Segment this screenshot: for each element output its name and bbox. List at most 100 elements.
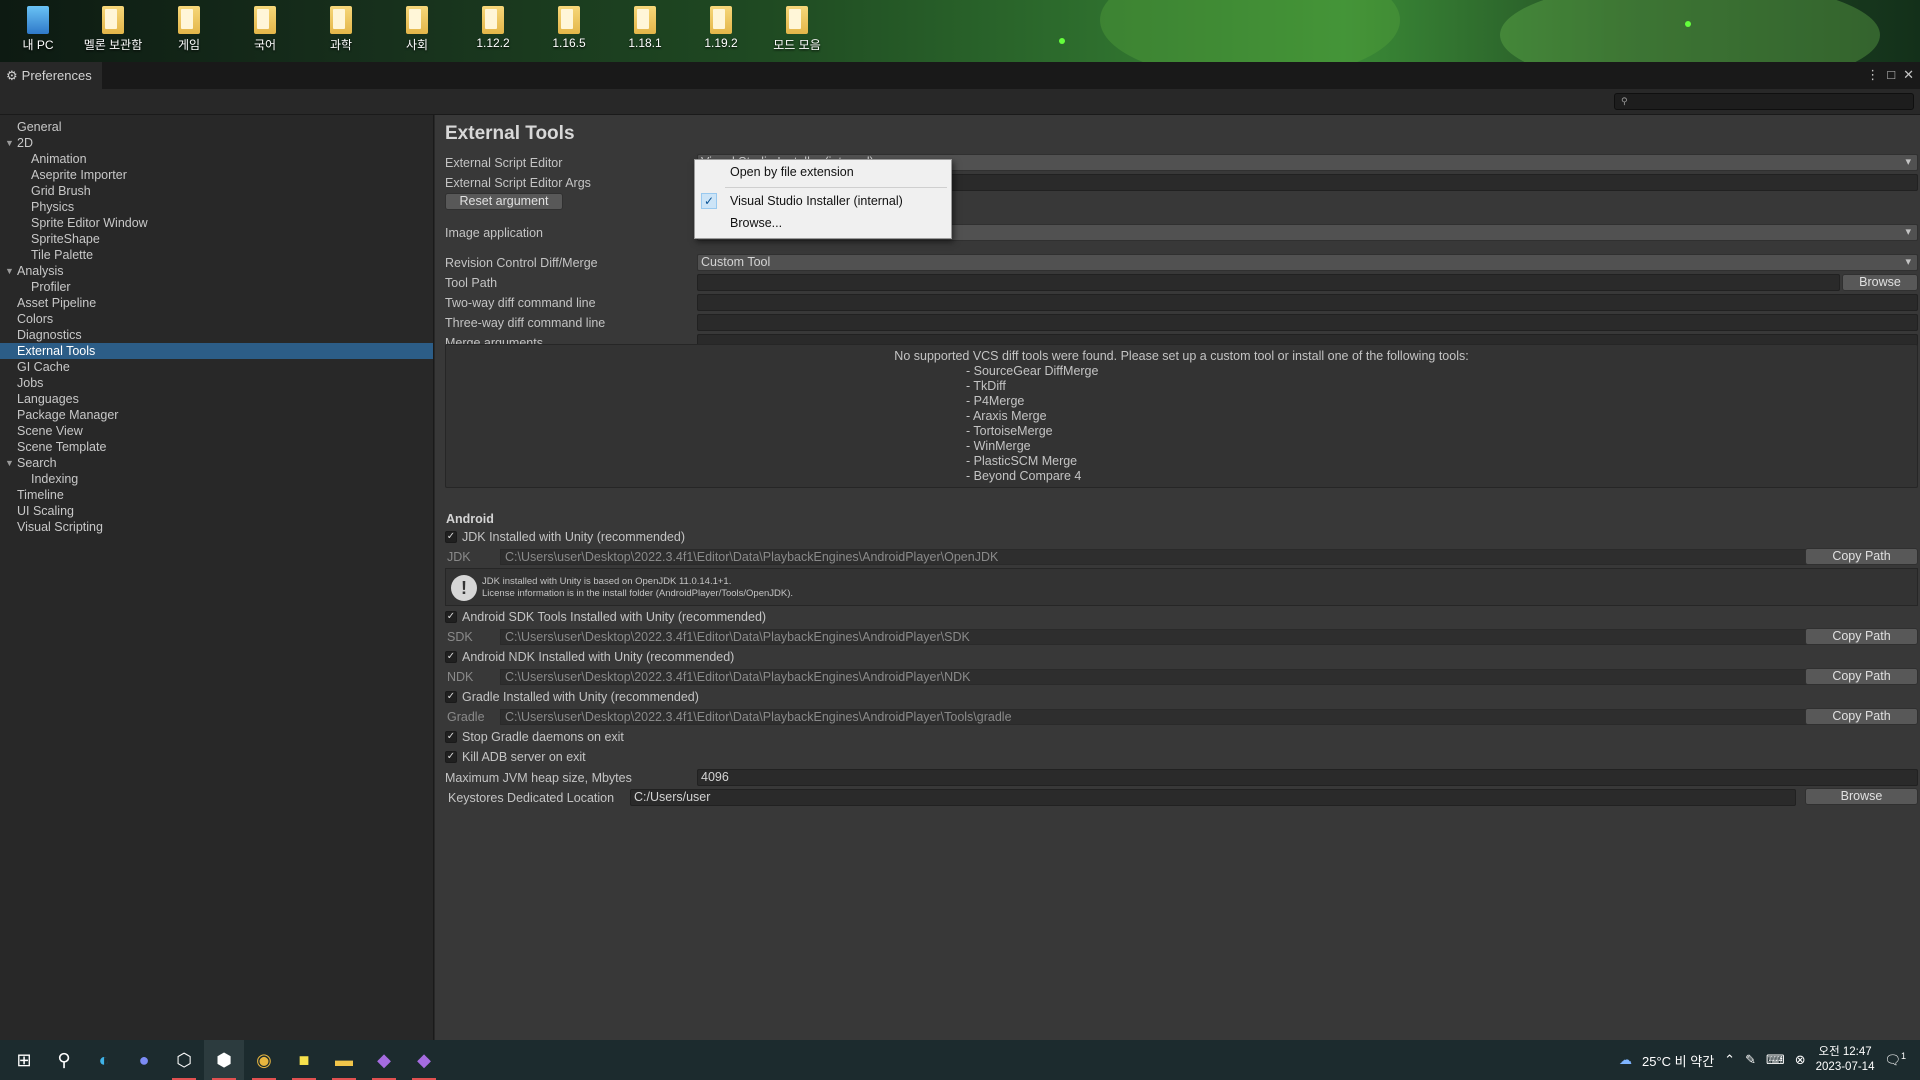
stop-gradle-checkbox-row[interactable]: ✓ Stop Gradle daemons on exit — [445, 728, 624, 746]
page-title: External Tools — [445, 123, 575, 144]
checkbox[interactable]: ✓ — [445, 751, 457, 763]
sidebar-item-gi-cache[interactable]: GI Cache — [0, 359, 433, 375]
desktop-icon-folder[interactable]: 모드 모음 — [762, 6, 832, 53]
sidebar-item-search[interactable]: ▼ Search — [0, 455, 433, 471]
three-way-field[interactable] — [697, 314, 1918, 331]
ndk-checkbox-row[interactable]: ✓ Android NDK Installed with Unity (reco… — [445, 648, 734, 666]
expand-arrow-icon[interactable]: ▼ — [5, 263, 14, 279]
close-icon[interactable]: ✕ — [1903, 67, 1914, 83]
keystore-field[interactable]: C:/Users/user — [630, 789, 1796, 806]
jvm-heap-field[interactable]: 4096 — [697, 769, 1918, 786]
sidebar-item-indexing[interactable]: Indexing — [0, 471, 433, 487]
sidebar-item-languages[interactable]: Languages — [0, 391, 433, 407]
desktop-icon-folder[interactable]: 1.12.2 — [458, 6, 528, 50]
menu-item-browse[interactable]: Browse... — [695, 214, 951, 232]
sidebar-item-spriteshape[interactable]: SpriteShape — [0, 231, 433, 247]
tool-path-browse-button[interactable]: Browse — [1842, 274, 1918, 291]
sidebar-item-ui-scaling[interactable]: UI Scaling — [0, 503, 433, 519]
unity-hub-icon[interactable]: ⬡ — [164, 1040, 204, 1080]
sidebar-item-physics[interactable]: Physics — [0, 199, 433, 215]
jdk-path-field[interactable]: C:\Users\user\Desktop\2022.3.4f1\Editor\… — [500, 549, 1851, 565]
desktop-icon-folder[interactable]: 1.18.1 — [610, 6, 680, 50]
checkbox[interactable]: ✓ — [445, 531, 457, 543]
kakaotalk-icon[interactable]: ■ — [284, 1040, 324, 1080]
desktop-icon-folder[interactable]: 1.16.5 — [534, 6, 604, 50]
menu-item-open-by-extension[interactable]: Open by file extension — [695, 163, 951, 181]
gradle-copy-path-button[interactable]: Copy Path — [1805, 708, 1918, 725]
desktop-icon-folder[interactable]: 사회 — [382, 6, 452, 53]
gradle-checkbox-row[interactable]: ✓ Gradle Installed with Unity (recommend… — [445, 688, 699, 706]
keystore-browse-button[interactable]: Browse — [1805, 788, 1918, 805]
ndk-copy-path-button[interactable]: Copy Path — [1805, 668, 1918, 685]
windows-start-icon[interactable]: ⊞ — [4, 1040, 44, 1080]
notification-icon[interactable]: 🗨1 — [1884, 1051, 1906, 1068]
gradle-path-field[interactable]: C:\Users\user\Desktop\2022.3.4f1\Editor\… — [500, 709, 1851, 725]
sidebar-item-scene-view[interactable]: Scene View — [0, 423, 433, 439]
desktop-icon-folder[interactable]: 게임 — [154, 6, 224, 53]
desktop-icon-folder[interactable]: 국어 — [230, 6, 300, 53]
reset-argument-button[interactable]: Reset argument — [445, 193, 563, 210]
edge-icon[interactable]: ◐ — [84, 1040, 124, 1080]
expand-arrow-icon[interactable]: ▼ — [5, 135, 14, 151]
script-editor-dropdown-menu: Open by file extension ✓ Visual Studio I… — [694, 159, 952, 239]
expand-arrow-icon[interactable]: ▼ — [5, 455, 14, 471]
sdk-path-field[interactable]: C:\Users\user\Desktop\2022.3.4f1\Editor\… — [500, 629, 1851, 645]
sidebar-item-general[interactable]: General — [0, 119, 433, 135]
search-input[interactable]: ⚲ — [1614, 93, 1914, 110]
sidebar-item-package-manager[interactable]: Package Manager — [0, 407, 433, 423]
two-way-field[interactable] — [697, 294, 1918, 311]
file-explorer-icon[interactable]: ▬ — [324, 1040, 364, 1080]
sdk-copy-path-button[interactable]: Copy Path — [1805, 628, 1918, 645]
sidebar-item-external-tools[interactable]: External Tools — [0, 343, 433, 359]
sidebar-item-scene-template[interactable]: Scene Template — [0, 439, 433, 455]
sidebar-item-timeline[interactable]: Timeline — [0, 487, 433, 503]
checkbox[interactable]: ✓ — [445, 731, 457, 743]
sidebar-item-grid-brush[interactable]: Grid Brush — [0, 183, 433, 199]
network-icon[interactable]: ⊗ — [1795, 1052, 1806, 1068]
clock[interactable]: 오전 12:47 2023-07-14 — [1816, 1045, 1875, 1075]
ndk-path-field[interactable]: C:\Users\user\Desktop\2022.3.4f1\Editor\… — [500, 669, 1851, 685]
kill-adb-checkbox-row[interactable]: ✓ Kill ADB server on exit — [445, 748, 586, 766]
window-controls: ⋮ □ ✕ — [1866, 67, 1914, 83]
chevron-up-icon[interactable]: ⌃ — [1724, 1052, 1735, 1068]
visual-studio-icon[interactable]: ◆ — [404, 1040, 444, 1080]
sidebar-item-asset-pipeline[interactable]: Asset Pipeline — [0, 295, 433, 311]
unity-icon[interactable]: ⬢ — [204, 1040, 244, 1080]
menu-item-visual-studio-installer[interactable]: ✓ Visual Studio Installer (internal) — [695, 192, 951, 210]
pen-icon[interactable]: ✎ — [1745, 1052, 1756, 1068]
sidebar-item-animation[interactable]: Animation — [0, 151, 433, 167]
keyboard-icon[interactable]: ⌨ — [1766, 1052, 1785, 1068]
tool-path-field[interactable] — [697, 274, 1840, 291]
sidebar-item-analysis[interactable]: ▼ Analysis — [0, 263, 433, 279]
checkbox[interactable]: ✓ — [445, 651, 457, 663]
desktop-icon-my-pc[interactable]: 내 PC — [3, 6, 73, 53]
sidebar-item-sprite-editor-window[interactable]: Sprite Editor Window — [0, 215, 433, 231]
desktop-icon-folder[interactable]: 과학 — [306, 6, 376, 53]
checkbox[interactable]: ✓ — [445, 611, 457, 623]
desktop-icon-folder[interactable]: 1.19.2 — [686, 6, 756, 50]
sidebar-item-aseprite-importer[interactable]: Aseprite Importer — [0, 167, 433, 183]
jdk-copy-path-button[interactable]: Copy Path — [1805, 548, 1918, 565]
jdk-checkbox-row[interactable]: ✓ JDK Installed with Unity (recommended) — [445, 528, 685, 546]
sidebar-item-tile-palette[interactable]: Tile Palette — [0, 247, 433, 263]
sidebar-item-visual-scripting[interactable]: Visual Scripting — [0, 519, 433, 535]
discord-icon[interactable]: ● — [124, 1040, 164, 1080]
desktop-icon-folder[interactable]: 멜론 보관함 — [78, 6, 148, 53]
visual-studio-installer-icon[interactable]: ◆ — [364, 1040, 404, 1080]
vcs-message: No supported VCS diff tools were found. … — [894, 349, 1469, 363]
chrome-icon[interactable]: ◉ — [244, 1040, 284, 1080]
sidebar-item-diagnostics[interactable]: Diagnostics — [0, 327, 433, 343]
maximize-icon[interactable]: □ — [1887, 67, 1895, 83]
sidebar-item-profiler[interactable]: Profiler — [0, 279, 433, 295]
weather-icon[interactable]: ☁ — [1619, 1052, 1632, 1068]
weather-text[interactable]: 25°C 비 약간 — [1642, 1051, 1714, 1070]
checkbox[interactable]: ✓ — [445, 691, 457, 703]
search-icon[interactable]: ⚲ — [44, 1040, 84, 1080]
more-options-icon[interactable]: ⋮ — [1866, 67, 1879, 83]
sidebar-item-jobs[interactable]: Jobs — [0, 375, 433, 391]
sidebar-item-2d[interactable]: ▼ 2D — [0, 135, 433, 151]
sdk-checkbox-row[interactable]: ✓ Android SDK Tools Installed with Unity… — [445, 608, 766, 626]
sidebar-item-colors[interactable]: Colors — [0, 311, 433, 327]
tab-preferences[interactable]: ⚙ Preferences — [0, 62, 102, 89]
rev-control-dropdown[interactable]: Custom Tool — [697, 254, 1918, 271]
